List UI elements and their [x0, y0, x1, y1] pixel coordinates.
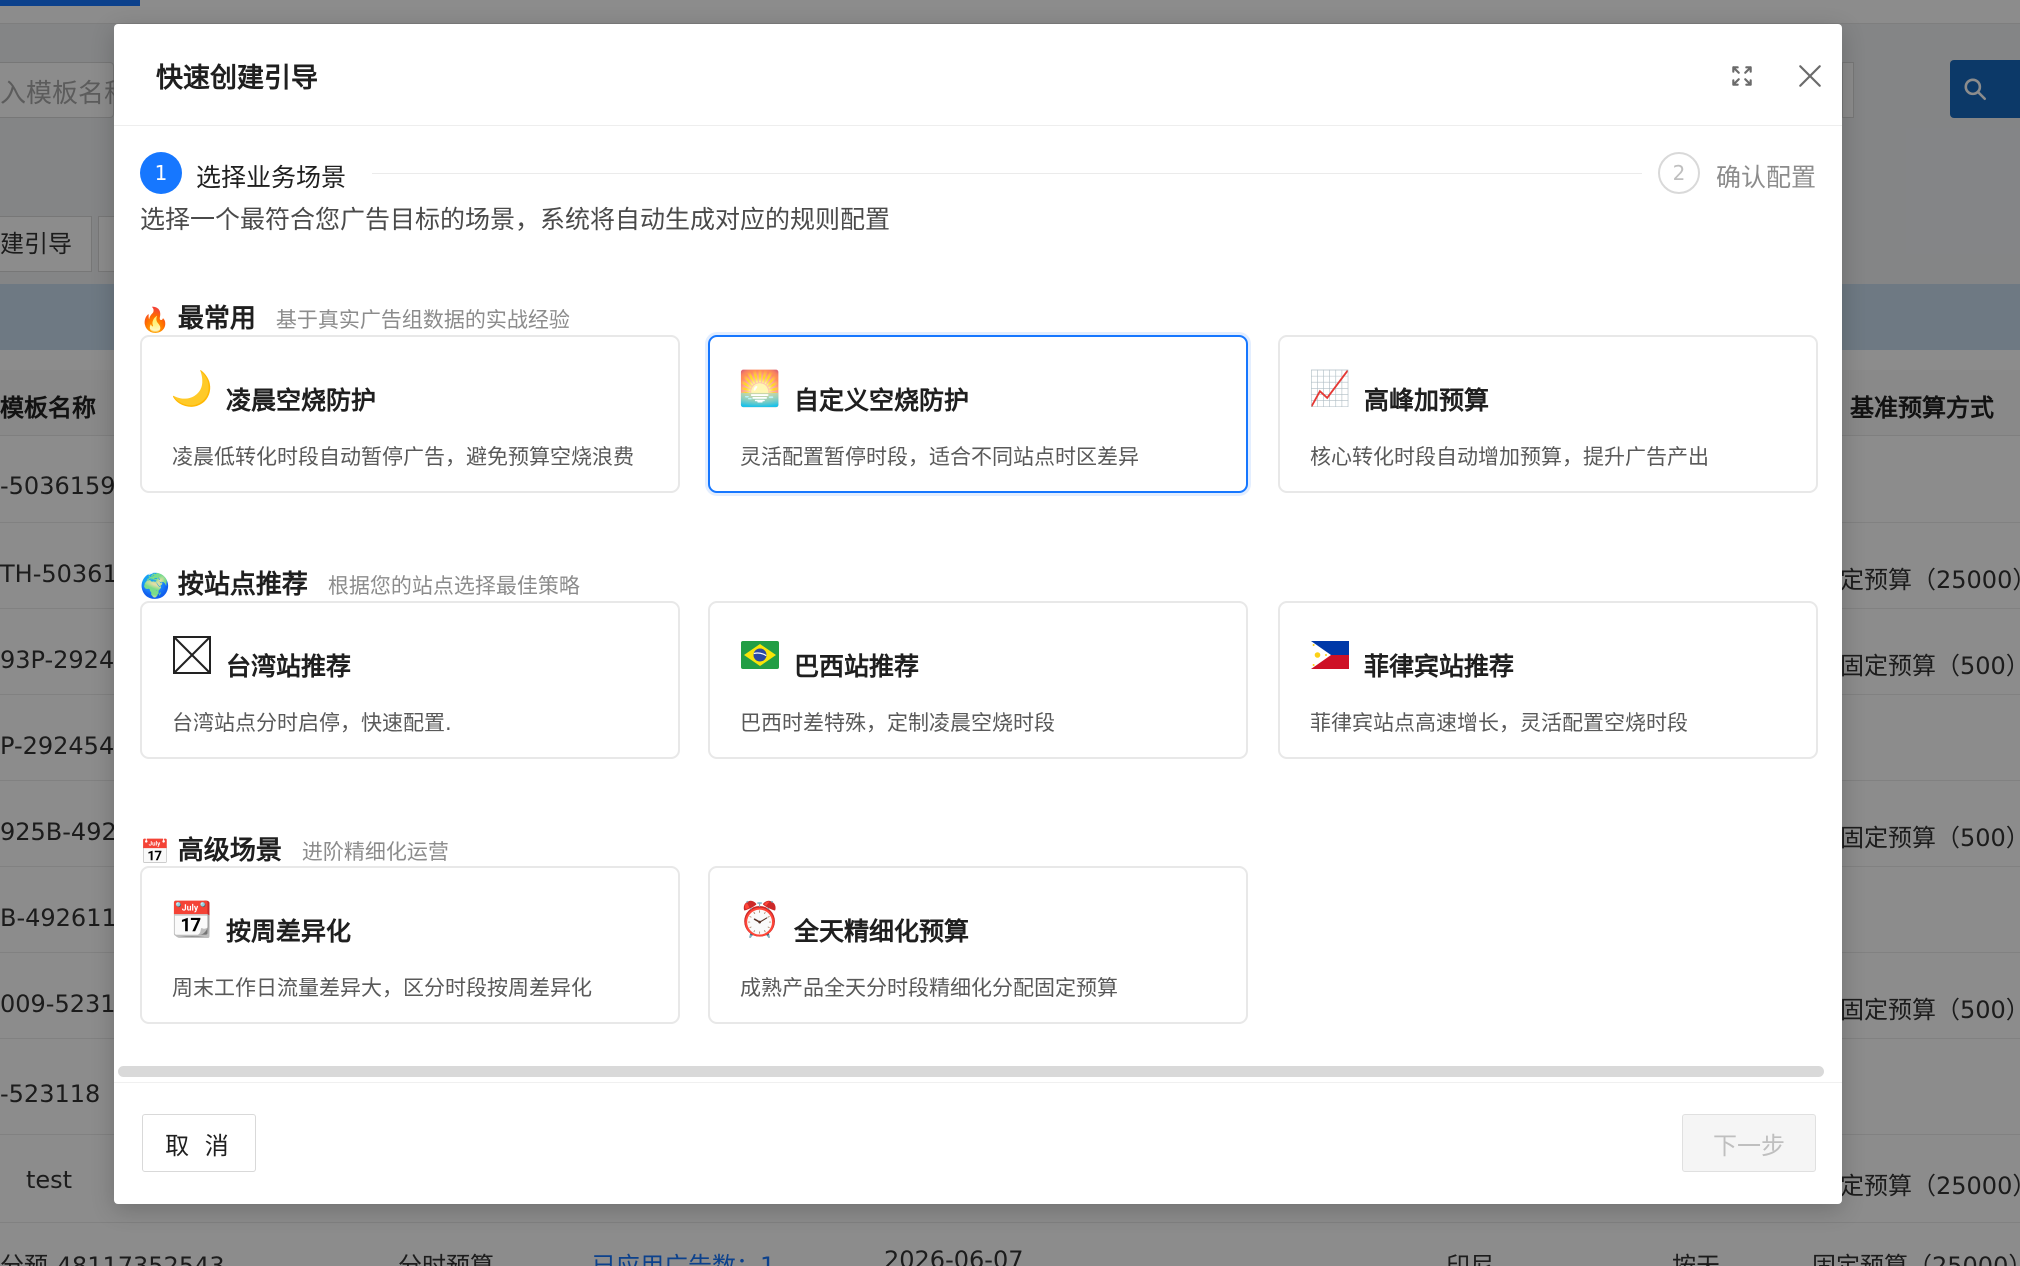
close-icon [1799, 65, 1821, 87]
chart-increasing-icon: 📈 [1308, 369, 1352, 409]
card-description: 巴西时差特殊，定制凌晨空烧时段 [740, 711, 1055, 735]
card-description: 凌晨低转化时段自动暂停广告，避免预算空烧浪费 [172, 445, 634, 469]
section-advanced-header: 📅 高级场景 进阶精细化运营 [140, 830, 449, 867]
card-description: 灵活配置暂停时段，适合不同站点时区差异 [740, 445, 1139, 469]
section-title: 高级场景 [177, 836, 282, 866]
card-title: 凌晨空烧防护 [226, 386, 377, 415]
horizontal-scrollbar[interactable] [118, 1066, 1824, 1077]
calendar-icon: 📅 [140, 838, 170, 866]
step-2-indicator: 2 [1658, 152, 1700, 194]
scenario-card-early-morning-protection[interactable]: 🌙 凌晨空烧防护 凌晨低转化时段自动暂停广告，避免预算空烧浪费 [140, 335, 680, 493]
globe-icon: 🌍 [140, 572, 170, 600]
scenario-card-taiwan[interactable]: 台湾站推荐 台湾站点分时启停，快速配置. [140, 601, 680, 759]
scenario-card-philippines[interactable]: 菲律宾站推荐 菲律宾站点高速增长，灵活配置空烧时段 [1278, 601, 1818, 759]
quick-create-guide-modal: 快速创建引导 1 选择业务场景 2 确认配置 选择一个最符合您广告目标的场景，系… [114, 24, 1842, 1204]
section-subtitle: 基于真实广告组数据的实战经验 [275, 308, 570, 332]
section-title: 最常用 [177, 304, 256, 334]
alarm-clock-icon: ⏰ [738, 900, 782, 940]
card-description: 核心转化时段自动增加预算，提升广告产出 [1310, 445, 1709, 469]
steps-connector [372, 173, 1642, 174]
step-1-label: 选择业务场景 [196, 163, 347, 192]
card-title: 台湾站推荐 [226, 652, 352, 681]
card-description: 台湾站点分时启停，快速配置. [172, 711, 452, 735]
card-description: 成熟产品全天分时段精细化分配固定预算 [740, 976, 1118, 1000]
crescent-moon-icon: 🌙 [170, 369, 214, 409]
fullscreen-icon [1732, 66, 1752, 86]
section-subtitle: 进阶精细化运营 [301, 840, 449, 864]
sunrise-icon: 🌅 [738, 369, 782, 409]
footer-divider [114, 1082, 1842, 1083]
cancel-button[interactable]: 取 消 [142, 1114, 256, 1172]
missing-glyph-icon [172, 635, 212, 675]
scenario-card-all-day-budget[interactable]: ⏰ 全天精细化预算 成熟产品全天分时段精细化分配固定预算 [708, 866, 1248, 1024]
fullscreen-button[interactable] [1722, 56, 1762, 96]
section-title: 按站点推荐 [177, 570, 308, 600]
scenario-card-weekly-differentiation[interactable]: 📆 按周差异化 周末工作日流量差异大，区分时段按周差异化 [140, 866, 680, 1024]
card-description: 周末工作日流量差异大，区分时段按周差异化 [172, 976, 592, 1000]
section-by-site-header: 🌍 按站点推荐 根据您的站点选择最佳策略 [140, 564, 580, 601]
scenario-card-brazil[interactable]: 巴西站推荐 巴西时差特殊，定制凌晨空烧时段 [708, 601, 1248, 759]
section-most-used-header: 🔥 最常用 基于真实广告组数据的实战经验 [140, 298, 570, 335]
scenario-card-custom-protection[interactable]: 🌅 自定义空烧防护 灵活配置暂停时段，适合不同站点时区差异 [708, 335, 1248, 493]
card-title: 全天精细化预算 [794, 917, 970, 946]
card-description: 菲律宾站点高速增长，灵活配置空烧时段 [1310, 711, 1688, 735]
card-title: 按周差异化 [226, 917, 352, 946]
card-title: 高峰加预算 [1364, 386, 1490, 415]
card-title: 自定义空烧防护 [794, 386, 970, 415]
close-button[interactable] [1790, 56, 1830, 96]
step-description: 选择一个最符合您广告目标的场景，系统将自动生成对应的规则配置 [140, 205, 891, 234]
step-1-indicator: 1 [140, 152, 182, 194]
section-subtitle: 根据您的站点选择最佳策略 [327, 574, 580, 598]
next-step-button[interactable]: 下一步 [1682, 1114, 1816, 1172]
card-title: 菲律宾站推荐 [1364, 652, 1515, 681]
card-title: 巴西站推荐 [794, 652, 920, 681]
calendar-icon: 📆 [170, 900, 214, 940]
fire-icon: 🔥 [140, 306, 170, 334]
scenario-card-peak-budget[interactable]: 📈 高峰加预算 核心转化时段自动增加预算，提升广告产出 [1278, 335, 1818, 493]
brazil-flag-icon [740, 635, 780, 675]
step-2-label: 确认配置 [1716, 163, 1817, 192]
philippines-flag-icon [1310, 635, 1350, 675]
modal-header: 快速创建引导 [114, 24, 1842, 126]
modal-title: 快速创建引导 [156, 63, 318, 94]
